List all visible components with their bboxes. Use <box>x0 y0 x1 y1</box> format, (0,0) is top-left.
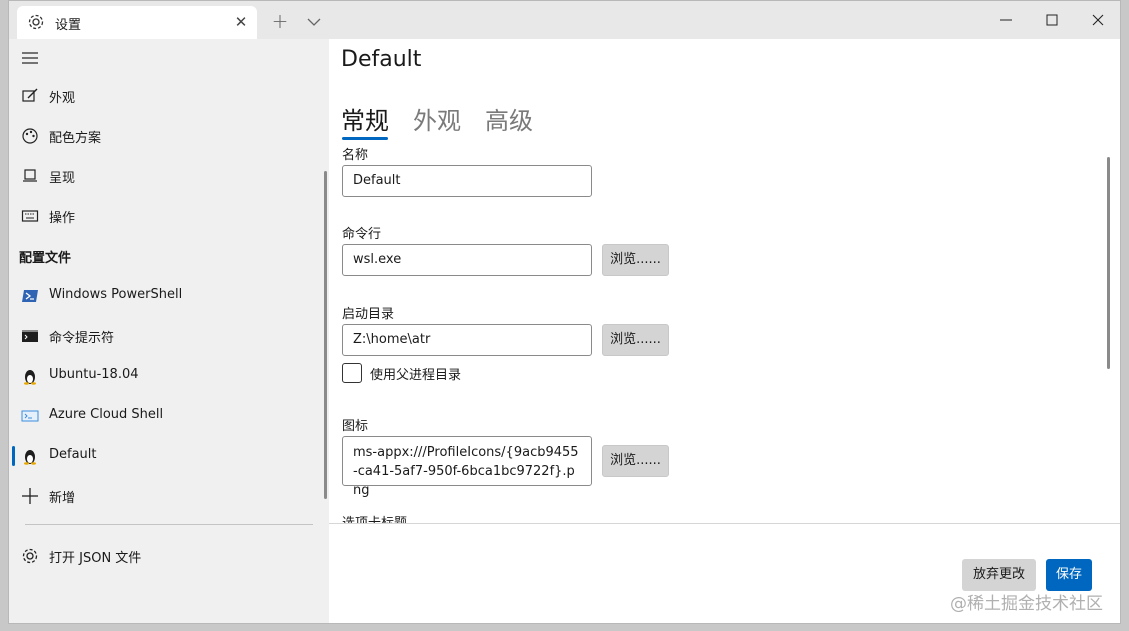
sidebar-item-label: 外观 <box>49 91 76 106</box>
tab-title-label: 选项卡标题 <box>342 512 407 523</box>
maximize-button[interactable] <box>1029 5 1075 35</box>
main-scrollbar[interactable] <box>1107 157 1110 369</box>
sidebar-item-label: 操作 <box>49 211 76 226</box>
azure-icon <box>21 407 39 425</box>
settings-window: 设置 ✕ + 外观 配色方案 呈现 操作 配置文件 Windows PowerS… <box>8 0 1121 624</box>
tab-appearance[interactable]: 外观 <box>413 101 461 136</box>
window-close-button[interactable] <box>1075 5 1120 35</box>
rendering-icon <box>21 167 39 185</box>
sidebar-item-label: 配色方案 <box>49 131 102 146</box>
sidebar-item-azure-cloud-shell[interactable]: Azure Cloud Shell <box>9 398 327 434</box>
sidebar-item-label: Windows PowerShell <box>49 287 183 302</box>
plus-icon <box>21 487 39 505</box>
selection-indicator <box>12 446 15 466</box>
starting-directory-label: 启动目录 <box>342 307 395 322</box>
command-line-input[interactable]: wsl.exe <box>342 244 592 276</box>
sidebar-item-ubuntu[interactable]: Ubuntu-18.04 <box>9 358 327 394</box>
browse-command-line-button[interactable]: 浏览...... <box>602 244 669 276</box>
tab-close-icon[interactable]: ✕ <box>231 12 251 32</box>
sidebar-divider <box>25 524 313 525</box>
linux-penguin-icon <box>21 367 39 385</box>
keyboard-icon <box>21 207 39 225</box>
linux-penguin-icon <box>21 447 39 465</box>
title-bar: 设置 ✕ + <box>9 1 1120 39</box>
sidebar-item-label: Default <box>49 447 97 462</box>
sidebar-item-command-prompt[interactable]: 命令提示符 <box>9 318 327 354</box>
use-parent-directory-label: 使用父进程目录 <box>370 368 462 383</box>
sidebar-item-label: 新增 <box>49 491 76 506</box>
tab-title: 设置 <box>55 18 82 33</box>
name-label: 名称 <box>342 148 369 163</box>
browse-starting-directory-button[interactable]: 浏览...... <box>602 324 669 356</box>
sidebar-item-color-schemes[interactable]: 配色方案 <box>9 118 327 154</box>
profiles-section-header: 配置文件 <box>19 251 72 266</box>
sidebar: 外观 配色方案 呈现 操作 配置文件 Windows PowerShell 命令… <box>9 39 329 623</box>
close-icon <box>1092 14 1104 26</box>
tab-advanced[interactable]: 高级 <box>485 101 533 136</box>
sidebar-item-actions[interactable]: 操作 <box>9 198 327 234</box>
settings-tab[interactable]: 设置 ✕ <box>17 6 257 39</box>
sidebar-item-open-json[interactable]: 打开 JSON 文件 <box>9 538 327 574</box>
starting-directory-input[interactable]: Z:\home\atr <box>342 324 592 356</box>
tab-dropdown-chevron-icon[interactable] <box>303 9 325 35</box>
tab-general[interactable]: 常规 <box>341 101 389 136</box>
name-input[interactable]: Default <box>342 165 592 197</box>
gear-icon <box>27 13 45 31</box>
minimize-icon <box>1000 19 1012 21</box>
sidebar-item-label: 呈现 <box>49 171 76 186</box>
appearance-icon <box>21 87 39 105</box>
sidebar-item-label: 命令提示符 <box>49 331 115 346</box>
sidebar-item-add-new[interactable]: 新增 <box>9 478 327 514</box>
sidebar-scrollbar[interactable] <box>324 171 327 499</box>
browse-icon-button[interactable]: 浏览...... <box>602 445 669 477</box>
save-button[interactable]: 保存 <box>1046 559 1092 591</box>
tab-title-clip: 选项卡标题 <box>329 507 1099 523</box>
discard-changes-button[interactable]: 放弃更改 <box>962 559 1036 591</box>
icon-label: 图标 <box>342 419 369 434</box>
sidebar-item-default[interactable]: Default <box>9 438 327 474</box>
main-panel: Default 常规 外观 高级 名称 Default 命令行 wsl.exe … <box>329 39 1120 623</box>
cmd-icon <box>21 327 39 345</box>
sidebar-item-windows-powershell[interactable]: Windows PowerShell <box>9 278 327 314</box>
sidebar-item-label: Ubuntu-18.04 <box>49 367 139 382</box>
command-line-label: 命令行 <box>342 227 382 242</box>
use-parent-directory-checkbox[interactable] <box>342 363 362 383</box>
gear-icon <box>21 547 39 565</box>
new-tab-button[interactable]: + <box>267 9 293 35</box>
minimize-button[interactable] <box>983 5 1029 35</box>
powershell-icon <box>21 287 39 305</box>
icon-path-input[interactable]: ms-appx:///ProfileIcons/{9acb9455-ca41-5… <box>342 436 592 498</box>
hamburger-menu-icon[interactable] <box>20 49 42 67</box>
sidebar-item-rendering[interactable]: 呈现 <box>9 158 327 194</box>
watermark: @稀土掘金技术社区 <box>950 594 1103 614</box>
sidebar-item-label: Azure Cloud Shell <box>49 407 164 422</box>
sidebar-item-appearance[interactable]: 外观 <box>9 78 327 114</box>
page-title: Default <box>341 47 422 72</box>
active-tab-indicator <box>342 137 388 140</box>
maximize-icon <box>1046 14 1058 26</box>
sidebar-item-label: 打开 JSON 文件 <box>49 551 142 566</box>
footer-divider <box>329 523 1120 524</box>
palette-icon <box>21 127 39 145</box>
